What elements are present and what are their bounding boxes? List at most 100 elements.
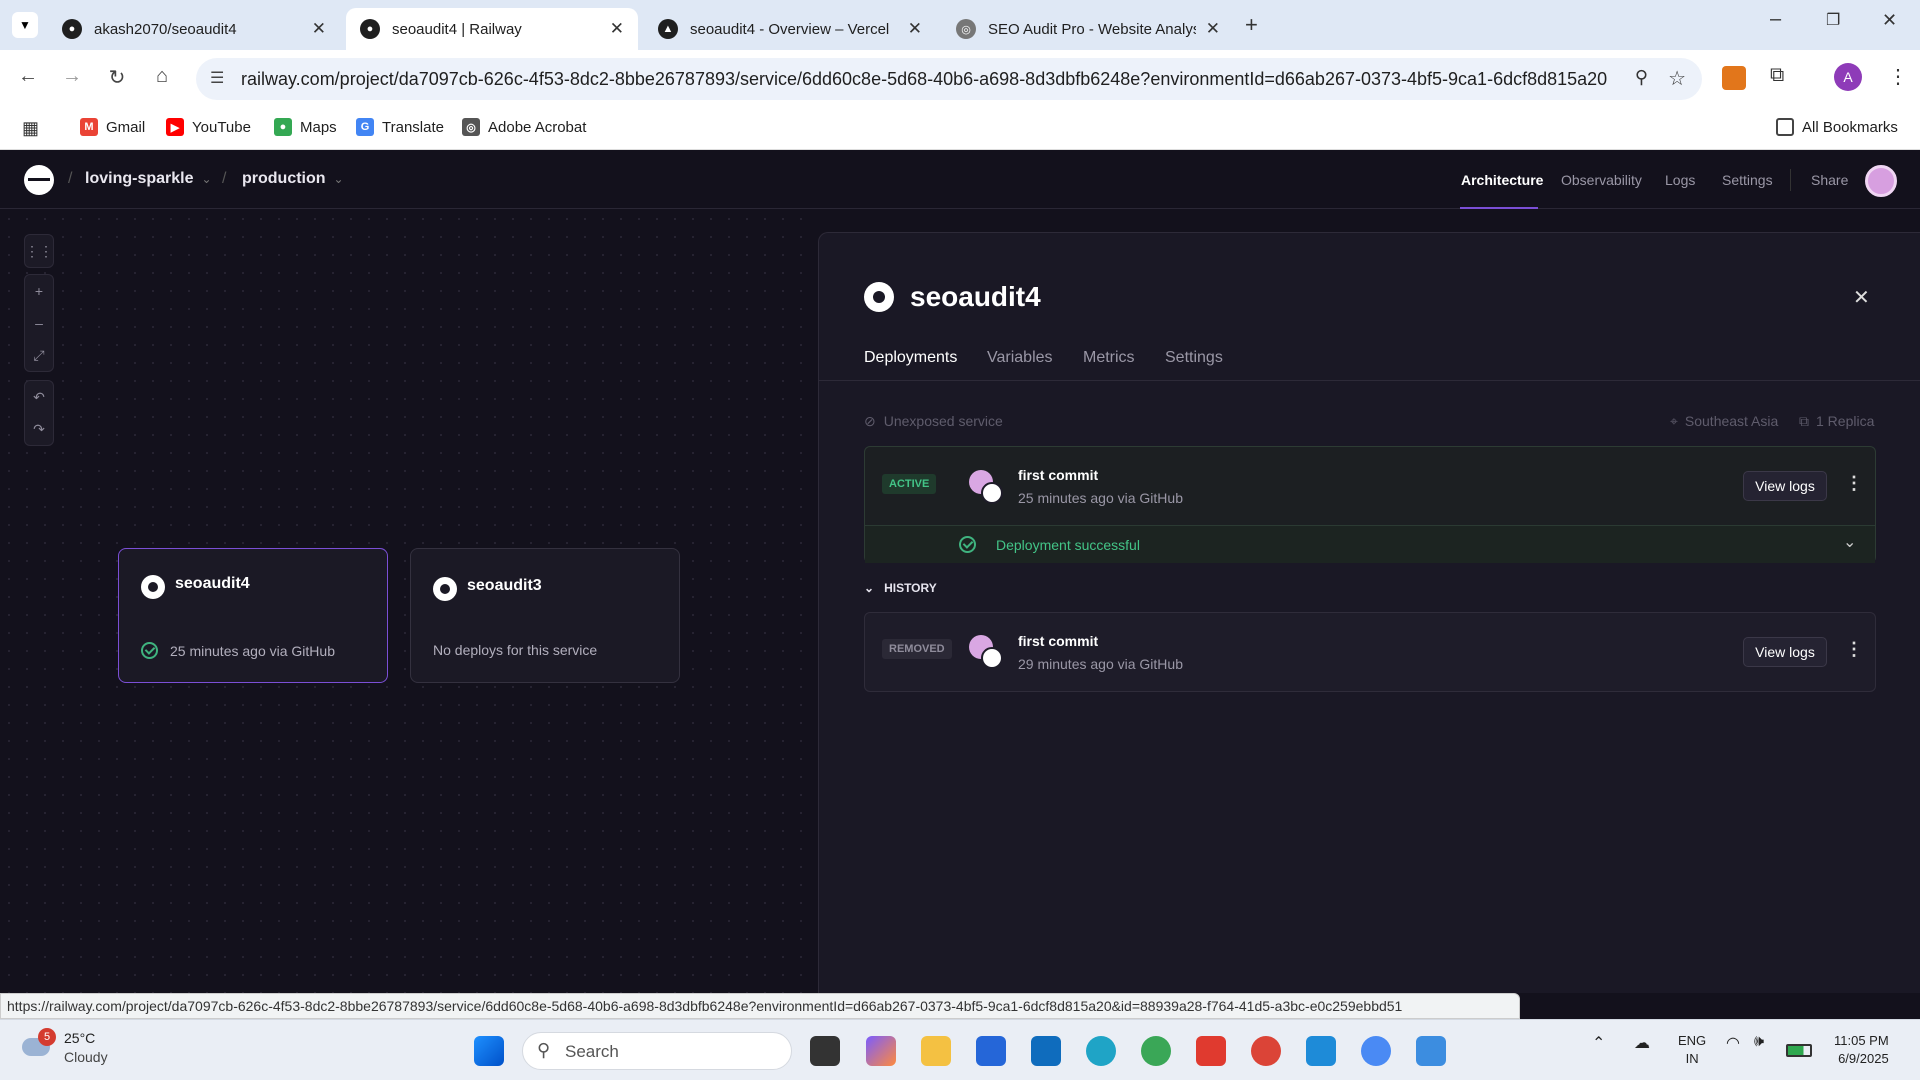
menu-icon[interactable]: ⋮ xyxy=(1888,64,1908,89)
chrome-profile-icon[interactable] xyxy=(1361,1036,1391,1066)
close-tab-icon[interactable]: ✕ xyxy=(312,19,326,39)
copilot-icon[interactable] xyxy=(866,1036,896,1066)
bookmark-maps[interactable]: ● Maps xyxy=(274,118,337,136)
service-card-seoaudit3[interactable]: seoaudit3 No deploys for this service xyxy=(410,548,680,683)
bookmark-label: YouTube xyxy=(192,118,251,136)
tray-chevron-icon[interactable]: ⌃ xyxy=(1592,1033,1605,1053)
nav-logs[interactable]: Logs xyxy=(1665,172,1695,188)
bookmark-adobe-acrobat[interactable]: ◎ Adobe Acrobat xyxy=(462,118,586,136)
zoom-in-icon[interactable]: + xyxy=(25,275,53,307)
task-view-icon[interactable] xyxy=(810,1036,840,1066)
chrome-icon[interactable] xyxy=(1141,1036,1171,1066)
chrome-active-icon[interactable] xyxy=(1251,1036,1281,1066)
user-avatar[interactable] xyxy=(1865,165,1897,197)
onedrive-icon[interactable]: ☁ xyxy=(1634,1033,1650,1053)
outlook-icon[interactable] xyxy=(1031,1036,1061,1066)
edge-icon[interactable] xyxy=(1086,1036,1116,1066)
tab-vercel[interactable]: ▲ seoaudit4 - Overview – Vercel ✕ xyxy=(644,8,936,50)
service-meta: No deploys for this service xyxy=(433,642,598,658)
minimize-button[interactable]: – xyxy=(1770,8,1781,31)
store-icon[interactable] xyxy=(976,1036,1006,1066)
share-button[interactable]: Share xyxy=(1811,172,1848,188)
environment-selector[interactable]: production ⌄ xyxy=(242,170,344,188)
tab-railway[interactable]: ● seoaudit4 | Railway ✕ xyxy=(346,8,638,50)
more-options-icon[interactable]: ⋮ xyxy=(1845,473,1863,494)
volume-icon[interactable]: 🕪 xyxy=(1754,1033,1764,1051)
redo-icon[interactable]: ↷ xyxy=(25,413,53,445)
battery-icon[interactable] xyxy=(1786,1044,1812,1057)
nav-architecture[interactable]: Architecture xyxy=(1461,172,1543,188)
replica-info: ⧉ 1 Replica xyxy=(1799,413,1874,430)
close-tab-icon[interactable]: ✕ xyxy=(908,19,922,39)
tab-search-dropdown[interactable]: ▼ xyxy=(12,12,38,38)
zoom-out-icon[interactable]: – xyxy=(25,307,53,339)
tab-title: SEO Audit Pro - Website Analys xyxy=(988,20,1196,38)
clock[interactable]: 11:05 PM 6/9/2025 xyxy=(1834,1033,1889,1066)
reload-icon[interactable]: ↻ xyxy=(103,65,131,90)
new-tab-button[interactable]: + xyxy=(1245,12,1258,38)
active-deployment-card[interactable]: ACTIVE first commit 25 minutes ago via G… xyxy=(864,446,1876,563)
notepad-icon[interactable] xyxy=(1416,1036,1446,1066)
bookmark-youtube[interactable]: ▶ YouTube xyxy=(166,118,251,136)
fit-view-icon[interactable]: ⤢ xyxy=(25,339,53,371)
service-card-seoaudit4[interactable]: seoaudit4 25 minutes ago via GitHub xyxy=(118,548,388,683)
bookmark-translate[interactable]: G Translate xyxy=(356,118,444,136)
file-explorer-icon[interactable] xyxy=(921,1036,951,1066)
language-indicator[interactable]: ENG IN xyxy=(1678,1033,1706,1066)
deployment-status-row[interactable]: Deployment successful ⌄ xyxy=(865,525,1875,563)
globe-icon: ◎ xyxy=(956,19,976,39)
site-info-icon[interactable]: ☰ xyxy=(210,68,224,88)
translate-icon: G xyxy=(356,118,374,136)
profile-avatar[interactable]: A xyxy=(1834,63,1862,91)
close-tab-icon[interactable]: ✕ xyxy=(1206,19,1220,39)
project-selector[interactable]: loving-sparkle ⌄ xyxy=(85,170,212,188)
view-logs-button[interactable]: View logs xyxy=(1743,637,1827,667)
bookmark-gmail[interactable]: M Gmail xyxy=(80,118,145,136)
windows-start-icon[interactable] xyxy=(474,1036,504,1066)
grid-icon[interactable]: ⋮⋮ xyxy=(25,235,53,267)
app-red-icon[interactable] xyxy=(1196,1036,1226,1066)
metamask-icon[interactable] xyxy=(1722,66,1746,90)
youtube-icon: ▶ xyxy=(166,118,184,136)
zoom-icon[interactable]: ⚲ xyxy=(1635,67,1648,88)
taskbar-search[interactable]: ⚲ Search xyxy=(522,1032,792,1070)
tab-seo-audit[interactable]: ◎ SEO Audit Pro - Website Analys ✕ xyxy=(942,8,1234,50)
service-title: seoaudit4 xyxy=(910,281,1041,312)
canvas-zoom-controls: + – ⤢ xyxy=(24,274,54,372)
extensions-icon[interactable]: ⧉ xyxy=(1770,64,1784,87)
wifi-icon[interactable]: ◠ xyxy=(1726,1033,1740,1053)
undo-icon[interactable]: ↶ xyxy=(25,381,53,413)
railway-logo-icon[interactable] xyxy=(24,165,54,195)
more-options-icon[interactable]: ⋮ xyxy=(1845,639,1863,660)
tab-github[interactable]: ● akash2070/seoaudit4 ✕ xyxy=(48,8,340,50)
url-text[interactable]: railway.com/project/da7097cb-626c-4f53-8… xyxy=(241,69,1607,90)
bookmark-star-icon[interactable]: ☆ xyxy=(1668,66,1686,91)
tab-title: seoaudit4 - Overview – Vercel xyxy=(690,20,890,38)
back-icon[interactable]: ← xyxy=(14,65,42,88)
view-logs-button[interactable]: View logs xyxy=(1743,471,1827,501)
tab-deployments[interactable]: Deployments xyxy=(864,349,957,367)
vscode-icon[interactable] xyxy=(1306,1036,1336,1066)
restore-button[interactable]: ❐ xyxy=(1826,10,1840,30)
nav-settings[interactable]: Settings xyxy=(1722,172,1773,188)
apps-grid-icon[interactable]: ▦ xyxy=(22,118,39,139)
avatar xyxy=(969,470,1003,504)
tab-settings[interactable]: Settings xyxy=(1165,349,1223,367)
clock-time: 11:05 PM xyxy=(1834,1033,1889,1048)
close-icon[interactable]: ✕ xyxy=(1853,285,1870,310)
forward-icon[interactable]: → xyxy=(58,65,86,88)
home-icon[interactable]: ⌂ xyxy=(148,65,176,88)
status-badge: REMOVED xyxy=(882,639,952,659)
all-bookmarks[interactable]: All Bookmarks xyxy=(1776,118,1898,136)
tab-variables[interactable]: Variables xyxy=(987,349,1053,367)
chevron-down-icon[interactable]: ⌄ xyxy=(1843,532,1856,552)
breadcrumb-separator: / xyxy=(222,170,227,187)
history-toggle[interactable]: ⌄ HISTORY xyxy=(864,581,937,595)
close-tab-icon[interactable]: ✕ xyxy=(610,19,624,39)
close-window-button[interactable]: ✕ xyxy=(1882,10,1897,31)
architecture-canvas[interactable]: ⋮⋮ + – ⤢ ↶ ↷ seoaudit4 25 minutes ago vi… xyxy=(0,210,818,993)
address-bar[interactable]: ☰ railway.com/project/da7097cb-626c-4f53… xyxy=(196,58,1702,100)
nav-observability[interactable]: Observability xyxy=(1561,172,1642,188)
tab-metrics[interactable]: Metrics xyxy=(1083,349,1135,367)
history-deployment-card[interactable]: REMOVED first commit 29 minutes ago via … xyxy=(864,612,1876,692)
